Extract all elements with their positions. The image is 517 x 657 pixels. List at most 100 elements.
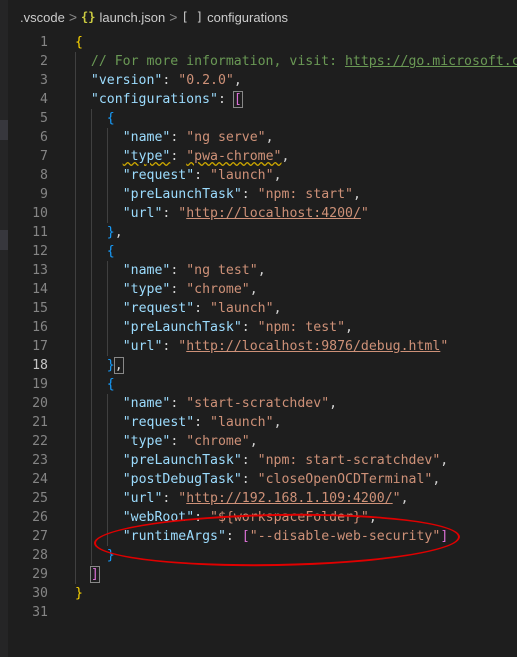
code-line[interactable]: 12 { [8, 242, 517, 261]
code-line[interactable]: 15 "request": "launch", [8, 299, 517, 318]
indent-guide [90, 261, 92, 280]
line-number: 31 [32, 605, 48, 620]
code-token: : [170, 149, 187, 164]
code-line[interactable]: 29] [8, 565, 517, 584]
code-text: { [107, 242, 115, 261]
code-line[interactable]: 20 "name": "start-scratchdev", [8, 394, 517, 413]
indent-guide [75, 394, 76, 413]
code-token: "postDebugTask" [122, 472, 242, 487]
indent-guide [75, 318, 76, 337]
indent-guide [75, 185, 76, 204]
code-line[interactable]: 11}, [8, 223, 517, 242]
indent-guide [90, 432, 92, 451]
code-line[interactable]: 27 "runtimeArgs": ["--disable-web-securit… [8, 527, 517, 546]
indent-guide [90, 204, 92, 223]
indent-guide [106, 337, 108, 356]
code-token: "npm: test" [257, 320, 346, 335]
indent-guide [75, 546, 76, 565]
code-text: }, [107, 223, 123, 242]
code-line[interactable]: 25 "url": "http://192.168.1.109:4200/", [8, 489, 517, 508]
indent-guide [75, 109, 76, 128]
code-line[interactable]: 28} [8, 546, 517, 565]
indent-guide [90, 508, 92, 527]
code-line[interactable]: 23 "preLaunchTask": "npm: start-scratchde… [8, 451, 517, 470]
code-editor[interactable]: 1{2// For more information, visit: https… [8, 30, 517, 657]
indent-guide [106, 185, 108, 204]
code-token: "version" [90, 73, 163, 88]
code-line[interactable]: 30} [8, 584, 517, 603]
indent-guide [106, 261, 108, 280]
code-text: "type": "chrome", [123, 432, 258, 451]
code-token: "url" [122, 339, 163, 354]
code-token: : [194, 168, 211, 183]
code-token: "name" [122, 130, 171, 145]
indent-guide [106, 318, 108, 337]
code-text: "version": "0.2.0", [91, 71, 242, 90]
code-text: }, [106, 356, 124, 375]
code-token: , [257, 263, 266, 278]
line-number: 26 [32, 510, 48, 525]
code-token: http://localhost:9876/debug.html [186, 339, 441, 354]
breadcrumb-file[interactable]: launch.json [99, 10, 165, 25]
line-number: 5 [40, 111, 48, 126]
line-number: 24 [32, 472, 48, 487]
code-line[interactable]: 6 "name": "ng serve", [8, 128, 517, 147]
code-line[interactable]: 5{ [8, 109, 517, 128]
line-number: 23 [32, 453, 48, 468]
indent-guide [90, 527, 92, 546]
code-token: ] [440, 529, 449, 544]
code-line[interactable]: 19 { [8, 375, 517, 394]
code-line[interactable]: 10 "url": "http://localhost:4200/" [8, 204, 517, 223]
code-line[interactable]: 4 "configurations": [ [8, 90, 517, 109]
code-line[interactable]: 26 "webRoot": "${workspaceFolder}", [8, 508, 517, 527]
line-number: 7 [40, 149, 48, 164]
code-token: "type" [122, 434, 171, 449]
code-line[interactable]: 13 "name": "ng test", [8, 261, 517, 280]
code-token: } [106, 358, 115, 373]
code-line[interactable]: 24 "postDebugTask": "closeOpenOCDTerminal… [8, 470, 517, 489]
code-line[interactable]: 7 "type": "pwa-chrome", [8, 147, 517, 166]
indent-guide [75, 71, 76, 90]
indent-guide [106, 432, 108, 451]
code-line[interactable]: 9 "preLaunchTask": "npm: start", [8, 185, 517, 204]
code-token: { [106, 111, 115, 126]
indent-guide [75, 166, 76, 185]
code-line[interactable]: 3 "version": "0.2.0", [8, 71, 517, 90]
code-token: : [241, 472, 258, 487]
breadcrumb-symbol[interactable]: configurations [207, 10, 288, 25]
indent-guide [90, 166, 92, 185]
code-line[interactable]: 2 // For more information, visit: https:/… [8, 52, 517, 71]
code-line[interactable]: 22 "type": "chrome", [8, 432, 517, 451]
code-token: : [194, 510, 211, 525]
indent-guide [75, 242, 76, 261]
code-line[interactable]: 16 "preLaunchTask": "npm: test", [8, 318, 517, 337]
code-line[interactable]: 31 [8, 603, 517, 622]
indent-guide [90, 337, 92, 356]
code-token: "closeOpenOCDTerminal" [257, 472, 433, 487]
indent-guide [75, 489, 76, 508]
code-token: "preLaunchTask" [122, 187, 242, 202]
code-text: "preLaunchTask": "npm: test", [123, 318, 353, 337]
code-line[interactable]: 14 "type": "chrome", [8, 280, 517, 299]
code-line[interactable]: 8 "request": "launch", [8, 166, 517, 185]
code-line[interactable]: 17 "url": "http://localhost:9876/debug.ht… [8, 337, 517, 356]
indent-guide [75, 508, 76, 527]
indent-guide [106, 166, 108, 185]
indent-guide [90, 242, 92, 261]
indent-guide [106, 470, 108, 489]
sidebar-edge [0, 0, 8, 657]
code-text: "url": "http://192.168.1.109:4200/", [123, 489, 409, 508]
code-token: : [162, 491, 179, 506]
code-line[interactable]: 21 "request": "launch", [8, 413, 517, 432]
code-token: " [360, 206, 369, 221]
indent-guide [106, 508, 108, 527]
code-token: } [75, 586, 83, 601]
breadcrumb-folder[interactable]: .vscode [20, 10, 65, 25]
array-symbol-icon: [ ] [181, 10, 204, 24]
line-number: 4 [40, 92, 48, 107]
indent-guide [90, 489, 92, 508]
code-line[interactable]: 18}, [8, 356, 517, 375]
code-line[interactable]: 1{ [8, 33, 517, 52]
code-token: "launch" [210, 168, 274, 183]
code-token: http://localhost:4200/ [186, 206, 361, 221]
